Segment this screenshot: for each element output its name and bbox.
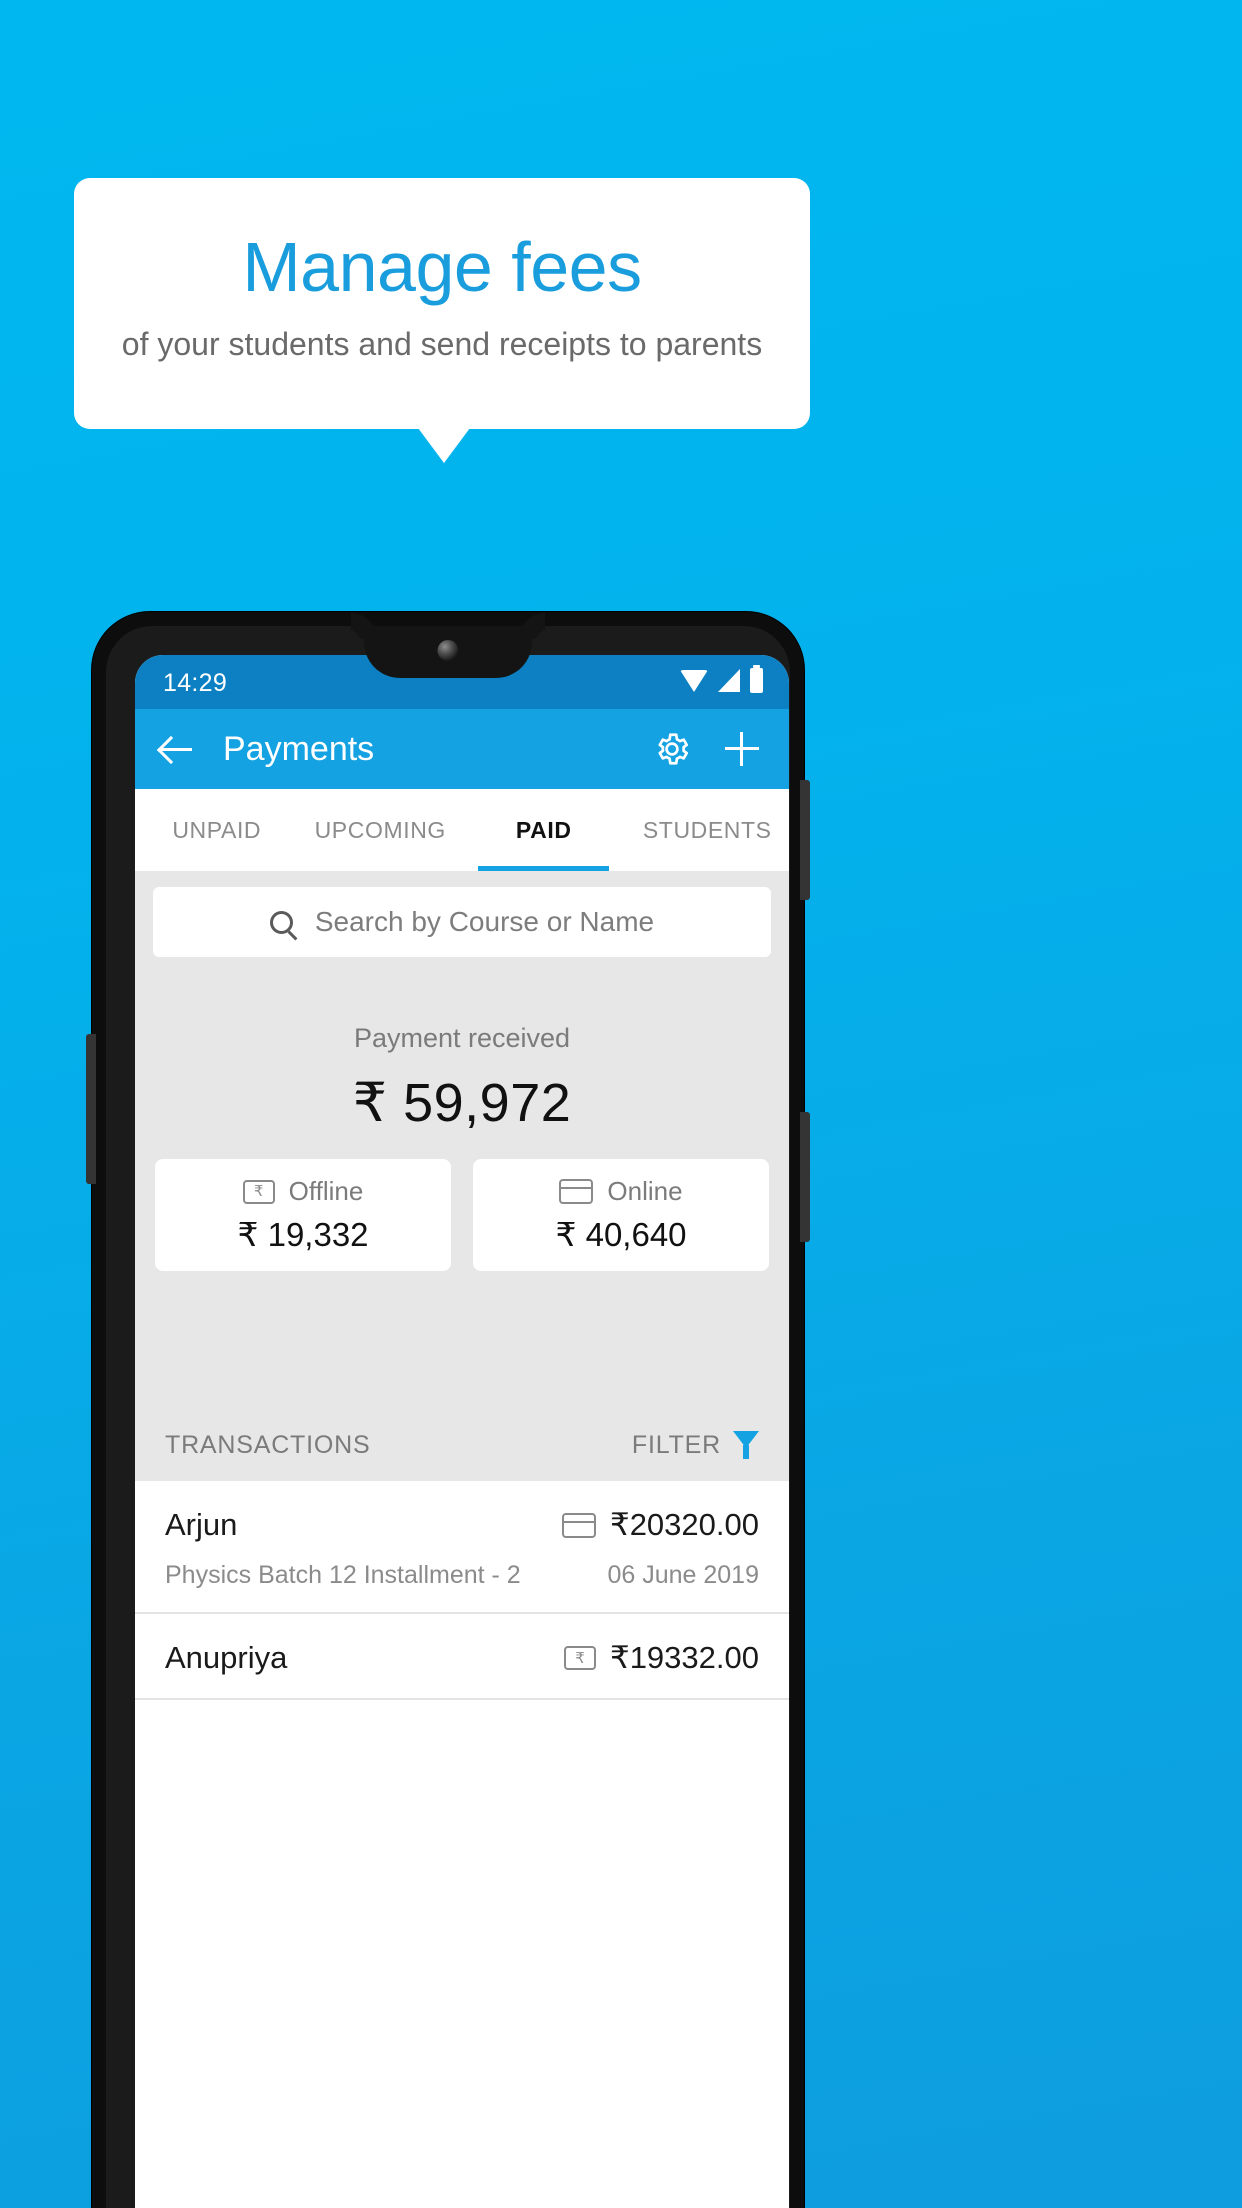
status-time: 14:29	[163, 669, 228, 697]
transaction-list: Arjun ₹20320.00 Physics Batch 12 Install…	[135, 1481, 789, 1700]
page-title: Payments	[223, 729, 375, 768]
plus-icon[interactable]	[725, 732, 759, 766]
offline-card-head: ₹ Offline	[242, 1176, 364, 1207]
table-row[interactable]: Anupriya ₹ ₹19332.00	[135, 1614, 789, 1700]
search-bar[interactable]: Search by Course or Name	[153, 887, 771, 957]
front-camera	[437, 640, 459, 661]
app-screen: 14:29 Payments UNPAID UPCOMING PAID STUD…	[135, 655, 789, 2208]
phone-bezel: 14:29 Payments UNPAID UPCOMING PAID STUD…	[106, 626, 790, 2208]
app-bar-actions	[653, 730, 759, 768]
promo-title: Manage fees	[242, 228, 642, 306]
offline-label: Offline	[288, 1176, 364, 1206]
cash-icon: ₹	[242, 1179, 275, 1204]
transaction-name: Arjun	[165, 1507, 238, 1542]
transaction-primary-line: Anupriya ₹ ₹19332.00	[165, 1640, 759, 1676]
signal-icon	[718, 669, 740, 692]
promo-card: Manage fees of your students and send re…	[74, 178, 810, 429]
tab-paid[interactable]: PAID	[462, 789, 626, 871]
funnel-icon	[733, 1431, 759, 1459]
online-card-head: Online	[559, 1176, 683, 1207]
gear-icon[interactable]	[653, 730, 691, 768]
wifi-icon	[680, 669, 708, 692]
transaction-primary-line: Arjun ₹20320.00	[165, 1507, 759, 1543]
back-arrow-icon[interactable]	[159, 732, 193, 766]
app-bar: Payments	[135, 709, 789, 789]
tab-bar: UNPAID UPCOMING PAID STUDENTS	[135, 789, 789, 871]
summary-section: Search by Course or Name Payment receive…	[135, 871, 789, 1481]
transaction-description: Physics Batch 12 Installment - 2	[165, 1561, 521, 1589]
online-amount: ₹ 40,640	[555, 1216, 687, 1253]
search-icon	[269, 910, 293, 934]
online-label: Online	[607, 1176, 683, 1206]
transaction-amount: ₹19332.00	[609, 1640, 759, 1675]
transaction-amount: ₹20320.00	[609, 1507, 759, 1542]
payment-received-amount: ₹ 59,972	[352, 1073, 572, 1133]
credit-card-icon	[561, 1512, 596, 1538]
phone-mockup: 14:29 Payments UNPAID UPCOMING PAID STUD…	[86, 612, 810, 2208]
promo-screenshot: Manage fees of your students and send re…	[0, 0, 1242, 2208]
filter-label: FILTER	[631, 1430, 721, 1459]
online-summary-card[interactable]: Online ₹ 40,640	[473, 1159, 769, 1271]
tab-upcoming[interactable]: UPCOMING	[299, 789, 463, 871]
volume-button-right[interactable]	[800, 1112, 810, 1242]
search-placeholder: Search by Course or Name	[314, 906, 655, 937]
battery-icon	[750, 665, 763, 693]
volume-button-left[interactable]	[86, 1034, 96, 1184]
status-icon-group	[680, 665, 763, 693]
summary-card-group: ₹ Offline ₹ 19,332 Online ₹ 40,640	[155, 1159, 769, 1271]
offline-summary-card[interactable]: ₹ Offline ₹ 19,332	[155, 1159, 451, 1271]
credit-card-icon	[559, 1179, 594, 1204]
transaction-date: 06 June 2019	[607, 1561, 759, 1589]
power-button[interactable]	[800, 780, 810, 900]
transactions-header: TRANSACTIONS FILTER	[135, 1409, 789, 1481]
transactions-title: TRANSACTIONS	[165, 1430, 371, 1459]
transaction-secondary-line: Physics Batch 12 Installment - 2 06 June…	[165, 1561, 759, 1590]
transaction-name: Anupriya	[165, 1640, 288, 1675]
filter-button[interactable]: FILTER	[632, 1431, 759, 1460]
cash-icon: ₹	[563, 1646, 596, 1670]
promo-subtitle: of your students and send receipts to pa…	[121, 326, 763, 362]
payment-received-label: Payment received	[353, 1023, 571, 1053]
offline-amount: ₹ 19,332	[237, 1216, 369, 1253]
transaction-amount-group: ₹20320.00	[561, 1507, 759, 1543]
tab-students[interactable]: STUDENTS	[626, 789, 790, 871]
promo-bubble-tail	[418, 428, 470, 463]
tab-unpaid[interactable]: UNPAID	[135, 789, 299, 871]
transaction-amount-group: ₹ ₹19332.00	[563, 1640, 759, 1676]
table-row[interactable]: Arjun ₹20320.00 Physics Batch 12 Install…	[135, 1481, 789, 1614]
